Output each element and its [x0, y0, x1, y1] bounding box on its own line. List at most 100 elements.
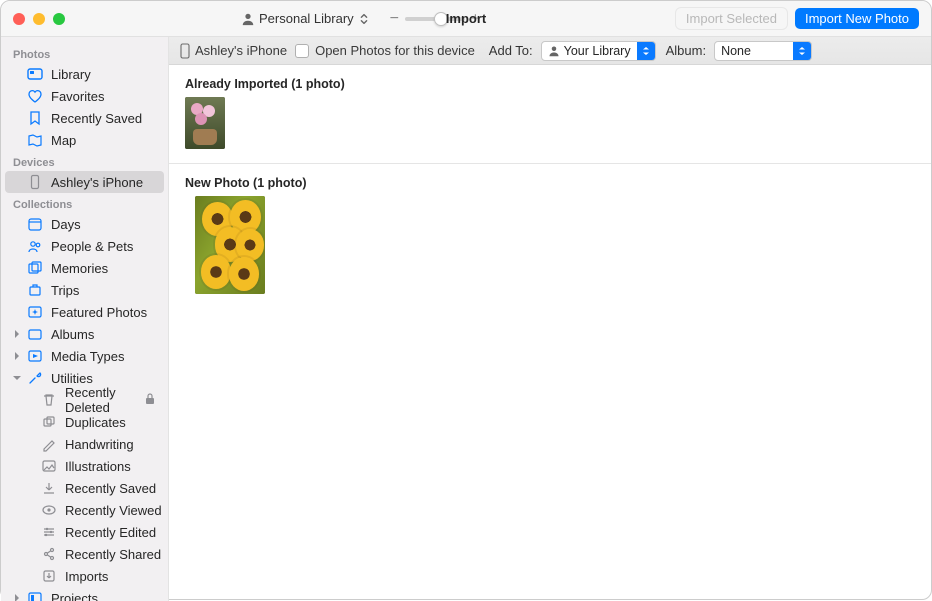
sidebar-item-label: Recently Edited — [65, 525, 156, 540]
import-new-photo-button[interactable]: Import New Photo — [795, 8, 919, 29]
disclosure-right-icon[interactable] — [11, 350, 23, 362]
projects-icon — [27, 590, 43, 601]
import-icon — [41, 568, 57, 584]
section-header-collections: Collections — [1, 193, 168, 213]
sidebar-item-label: Ashley's iPhone — [51, 175, 143, 190]
duplicates-icon — [41, 414, 57, 430]
album-value: None — [721, 44, 751, 58]
sidebar-item-recently-saved-2[interactable]: Recently Saved — [5, 477, 164, 499]
sidebar-item-label: Map — [51, 133, 76, 148]
sidebar: Photos Library Favorites Recently Saved … — [1, 37, 169, 601]
close-window-button[interactable] — [13, 13, 25, 25]
illustration-icon — [41, 458, 57, 474]
sidebar-item-featured-photos[interactable]: Featured Photos — [5, 301, 164, 323]
people-icon — [27, 238, 43, 254]
sidebar-item-recently-saved[interactable]: Recently Saved — [5, 107, 164, 129]
sidebar-item-label: Utilities — [51, 371, 93, 386]
photo-thumbnail[interactable] — [195, 196, 265, 294]
sidebar-item-recently-deleted[interactable]: Recently Deleted — [5, 389, 164, 411]
library-selector[interactable]: Personal Library — [237, 9, 374, 28]
person-icon — [241, 12, 255, 26]
sidebar-item-label: People & Pets — [51, 239, 133, 254]
sidebar-item-handwriting[interactable]: Handwriting — [5, 433, 164, 455]
sidebar-item-label: Days — [51, 217, 81, 232]
sidebar-item-people-pets[interactable]: People & Pets — [5, 235, 164, 257]
open-photos-toggle[interactable]: Open Photos for this device — [295, 43, 475, 58]
download-icon — [41, 480, 57, 496]
album-popup[interactable]: None — [714, 41, 812, 61]
sliders-icon — [41, 524, 57, 540]
sidebar-item-recently-shared[interactable]: Recently Shared — [5, 543, 164, 565]
minimize-window-button[interactable] — [33, 13, 45, 25]
iphone-icon — [27, 174, 43, 190]
trash-icon — [41, 392, 57, 408]
sidebar-item-map[interactable]: Map — [5, 129, 164, 151]
bookmark-icon — [27, 110, 43, 126]
sidebar-item-label: Imports — [65, 569, 108, 584]
add-to-popup[interactable]: Your Library — [541, 41, 656, 61]
sidebar-item-recently-viewed[interactable]: Recently Viewed — [5, 499, 164, 521]
sidebar-item-projects[interactable]: Projects — [5, 587, 164, 601]
section-header-photos: Photos — [1, 43, 168, 63]
pencil-icon — [41, 436, 57, 452]
sidebar-item-label: Recently Saved — [51, 111, 142, 126]
device-name-label: Ashley's iPhone — [195, 43, 287, 58]
media-types-icon — [27, 348, 43, 364]
sidebar-item-imports[interactable]: Imports — [5, 565, 164, 587]
sidebar-item-label: Handwriting — [65, 437, 134, 452]
zoom-out-button[interactable]: − — [390, 10, 399, 28]
map-icon — [27, 132, 43, 148]
add-to-value: Your Library — [564, 44, 631, 58]
sidebar-item-ashleys-iphone[interactable]: Ashley's iPhone — [5, 171, 164, 193]
disclosure-down-icon[interactable] — [11, 372, 23, 384]
sidebar-item-favorites[interactable]: Favorites — [5, 85, 164, 107]
sidebar-item-illustrations[interactable]: Illustrations — [5, 455, 164, 477]
section-header-devices: Devices — [1, 151, 168, 171]
add-to-label: Add To: — [489, 43, 533, 58]
sidebar-item-days[interactable]: Days — [5, 213, 164, 235]
sparkle-icon — [27, 304, 43, 320]
share-icon — [41, 546, 57, 562]
device-indicator: Ashley's iPhone — [179, 43, 287, 59]
album-label: Album: — [666, 43, 706, 58]
sidebar-item-label: Featured Photos — [51, 305, 147, 320]
import-selected-button[interactable]: Import Selected — [676, 8, 787, 29]
sidebar-item-label: Albums — [51, 327, 94, 342]
window-title: Import — [446, 11, 486, 26]
library-selector-label: Personal Library — [259, 11, 354, 26]
tools-icon — [27, 370, 43, 386]
library-icon — [27, 66, 43, 82]
sidebar-item-label: Duplicates — [65, 415, 126, 430]
sidebar-item-label: Trips — [51, 283, 79, 298]
sidebar-item-trips[interactable]: Trips — [5, 279, 164, 301]
sidebar-item-media-types[interactable]: Media Types — [5, 345, 164, 367]
sidebar-item-label: Projects — [51, 591, 98, 601]
sidebar-item-label: Favorites — [51, 89, 104, 104]
iphone-icon — [179, 43, 191, 59]
memories-icon — [27, 260, 43, 276]
photo-thumbnail[interactable] — [185, 97, 225, 149]
sidebar-item-label: Recently Viewed — [65, 503, 162, 518]
disclosure-right-icon[interactable] — [11, 328, 23, 340]
lock-icon — [144, 393, 156, 408]
fullscreen-window-button[interactable] — [53, 13, 65, 25]
suitcase-icon — [27, 282, 43, 298]
chevron-updown-icon — [358, 12, 370, 26]
sidebar-item-recently-edited[interactable]: Recently Edited — [5, 521, 164, 543]
sidebar-item-albums[interactable]: Albums — [5, 323, 164, 345]
sidebar-item-label: Memories — [51, 261, 108, 276]
checkbox-icon[interactable] — [295, 44, 309, 58]
window-titlebar: Personal Library − + Import Import Selec… — [1, 1, 931, 37]
sidebar-item-label: Media Types — [51, 349, 124, 364]
albums-icon — [27, 326, 43, 342]
new-photo-row — [169, 196, 931, 304]
import-options-bar: Ashley's iPhone Open Photos for this dev… — [169, 37, 931, 65]
sidebar-item-label: Recently Saved — [65, 481, 156, 496]
sidebar-item-memories[interactable]: Memories — [5, 257, 164, 279]
sidebar-item-library[interactable]: Library — [5, 63, 164, 85]
popup-arrows-icon — [793, 42, 811, 60]
heart-icon — [27, 88, 43, 104]
calendar-icon — [27, 216, 43, 232]
popup-arrows-icon — [637, 42, 655, 60]
sidebar-item-duplicates[interactable]: Duplicates — [5, 411, 164, 433]
